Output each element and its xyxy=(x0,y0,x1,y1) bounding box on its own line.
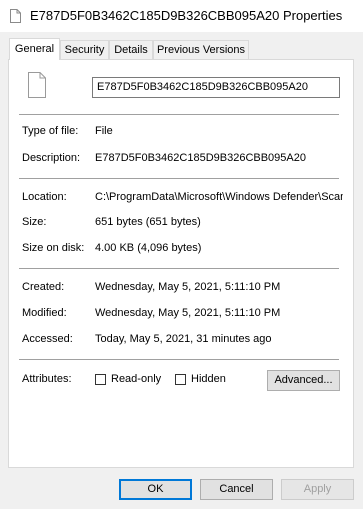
file-name-input[interactable]: E787D5F0B3462C185D9B326CBB095A20 xyxy=(92,77,340,98)
accessed-value: Today, May 5, 2021, 31 minutes ago xyxy=(95,333,272,345)
hidden-label[interactable]: Hidden xyxy=(191,373,226,385)
file-type-icon xyxy=(28,72,46,98)
modified-label: Modified: xyxy=(22,307,67,319)
tab-general[interactable]: General xyxy=(9,38,60,60)
size-value: 651 bytes (651 bytes) xyxy=(95,216,201,228)
size-label: Size: xyxy=(22,216,47,228)
size-on-disk-value: 4.00 KB (4,096 bytes) xyxy=(95,242,202,254)
general-panel xyxy=(8,59,354,468)
created-value: Wednesday, May 5, 2021, 5:11:10 PM xyxy=(95,281,281,293)
attributes-label: Attributes: xyxy=(22,373,72,385)
tab-previous-versions[interactable]: Previous Versions xyxy=(153,40,249,59)
location-label: Location: xyxy=(22,191,67,203)
divider xyxy=(19,114,339,115)
readonly-label[interactable]: Read-only xyxy=(111,373,161,385)
apply-button[interactable]: Apply xyxy=(281,479,354,500)
window-title: E787D5F0B3462C185D9B326CBB095A20 Propert… xyxy=(30,8,343,23)
location-value: C:\ProgramData\Microsoft\Windows Defende… xyxy=(95,191,343,203)
title-bar[interactable]: E787D5F0B3462C185D9B326CBB095A20 Propert… xyxy=(0,0,363,32)
description-label: Description: xyxy=(22,152,81,164)
modified-value: Wednesday, May 5, 2021, 5:11:10 PM xyxy=(95,307,281,319)
file-icon xyxy=(10,9,21,23)
divider xyxy=(19,178,339,179)
ok-button[interactable]: OK xyxy=(119,479,192,500)
cancel-button[interactable]: Cancel xyxy=(200,479,273,500)
divider xyxy=(19,359,339,360)
tab-details[interactable]: Details xyxy=(109,40,153,59)
hidden-checkbox[interactable] xyxy=(175,374,186,385)
description-value: E787D5F0B3462C185D9B326CBB095A20 xyxy=(95,152,306,164)
tab-security[interactable]: Security xyxy=(60,40,109,59)
type-label: Type of file: xyxy=(22,125,79,137)
type-value: File xyxy=(95,125,113,137)
divider xyxy=(19,268,339,269)
accessed-label: Accessed: xyxy=(22,333,73,345)
size-on-disk-label: Size on disk: xyxy=(22,242,85,254)
created-label: Created: xyxy=(22,281,65,293)
readonly-checkbox[interactable] xyxy=(95,374,106,385)
advanced-button[interactable]: Advanced... xyxy=(267,370,340,391)
